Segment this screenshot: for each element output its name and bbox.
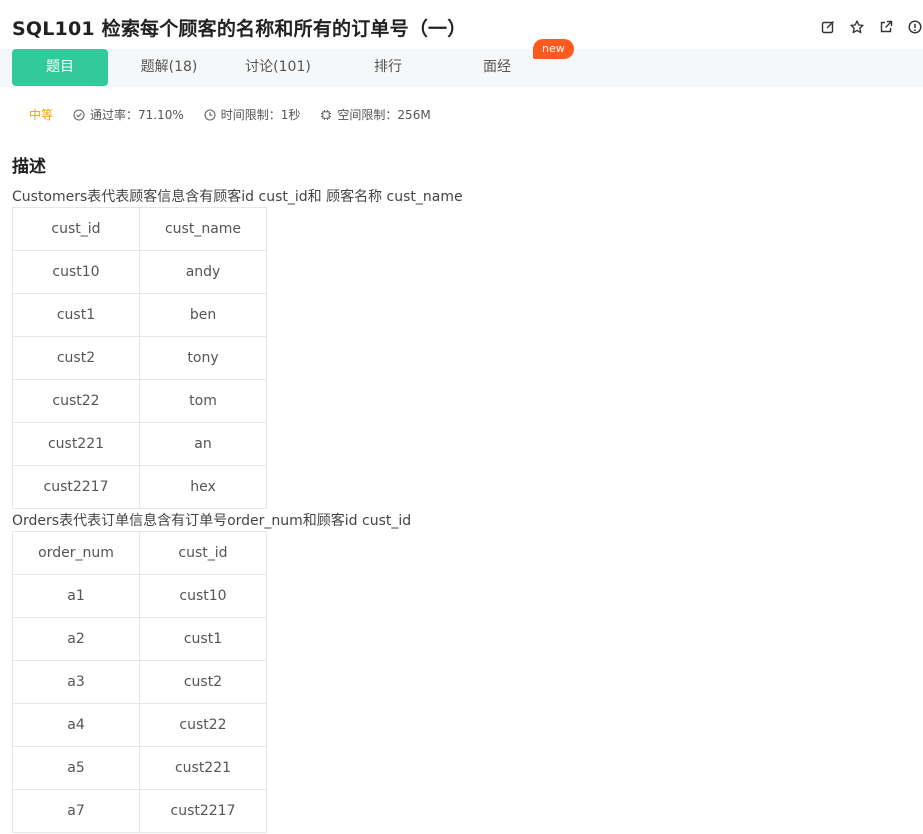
- table-header-cell: cust_id: [12, 207, 140, 251]
- table-row: cust2217 hex: [12, 465, 267, 509]
- problem-title: SQL101 检索每个顾客的名称和所有的订单号（一）: [12, 18, 467, 40]
- tab-interview[interactable]: 面经: [449, 49, 545, 86]
- star-icon[interactable]: [848, 18, 865, 35]
- table-cell: cust2: [139, 660, 267, 704]
- tabs-bar: 题目 题解(18) 讨论(101) 排行 面经: [0, 49, 923, 87]
- title-bar: SQL101 检索每个顾客的名称和所有的订单号（一）: [12, 14, 923, 42]
- table-cell: cust2217: [139, 789, 267, 833]
- tab-ranking[interactable]: 排行: [340, 49, 436, 86]
- table-cell: cust1: [12, 293, 140, 337]
- table-row: cust1 ben: [12, 293, 267, 337]
- table-cell: a4: [12, 703, 140, 747]
- table-row: cust2 tony: [12, 336, 267, 380]
- pass-rate-label: 通过率：71.10%: [90, 108, 184, 122]
- time-limit-label: 时间限制：1秒: [220, 108, 301, 122]
- table-cell: a3: [12, 660, 140, 704]
- table-cell: hex: [139, 465, 267, 509]
- table-header-row: cust_id cust_name: [12, 207, 267, 251]
- table-cell: an: [139, 422, 267, 466]
- table-cell: tony: [139, 336, 267, 380]
- table-cell: a5: [12, 746, 140, 790]
- table-row: a1 cust10: [12, 574, 267, 618]
- table-cell: cust10: [139, 574, 267, 618]
- difficulty-label: 中等: [29, 108, 54, 122]
- tab-discussion[interactable]: 讨论(101): [230, 49, 326, 86]
- table-cell: a1: [12, 574, 140, 618]
- space-limit-label: 空间限制：256M: [337, 108, 431, 122]
- table-cell: ben: [139, 293, 267, 337]
- table-row: a5 cust221: [12, 746, 267, 790]
- table-cell: a7: [12, 789, 140, 833]
- chip-icon: [321, 109, 332, 120]
- table-cell: cust10: [12, 250, 140, 294]
- customers-table: cust_id cust_name cust10 andy cust1 ben …: [12, 207, 267, 509]
- table-header-row: order_num cust_id: [12, 531, 267, 575]
- table-header-cell: order_num: [12, 531, 140, 575]
- table-cell: cust221: [139, 746, 267, 790]
- table-cell: cust22: [12, 379, 140, 423]
- title-actions: [819, 18, 923, 35]
- edit-icon[interactable]: [819, 18, 836, 35]
- table-row: a2 cust1: [12, 617, 267, 661]
- orders-table: order_num cust_id a1 cust10 a2 cust1 a3 …: [12, 531, 267, 833]
- table-row: a7 cust2217: [12, 789, 267, 833]
- table-row: a3 cust2: [12, 660, 267, 704]
- table-cell: cust1: [139, 617, 267, 661]
- table-row: cust10 andy: [12, 250, 267, 294]
- new-badge: new: [533, 39, 574, 59]
- tab-solutions[interactable]: 题解(18): [121, 49, 217, 86]
- table-cell: andy: [139, 250, 267, 294]
- table-cell: tom: [139, 379, 267, 423]
- info-icon[interactable]: [906, 18, 923, 35]
- clock-icon: [204, 108, 216, 121]
- section-title: 描述: [12, 157, 46, 177]
- space-limit: 空间限制：256M: [320, 106, 431, 123]
- orders-description: Orders表代表订单信息含有订单号order_num和顾客id cust_id: [12, 513, 412, 529]
- share-icon[interactable]: [877, 18, 894, 35]
- table-cell: cust221: [12, 422, 140, 466]
- problem-meta: 中等 通过率：71.10% 时间限制：1秒 空间限制：256M: [29, 106, 451, 123]
- table-header-cell: cust_name: [139, 207, 267, 251]
- tab-problem[interactable]: 题目: [12, 49, 108, 86]
- table-row: cust22 tom: [12, 379, 267, 423]
- table-cell: cust22: [139, 703, 267, 747]
- table-cell: a2: [12, 617, 140, 661]
- time-limit: 时间限制：1秒: [204, 106, 301, 123]
- pass-rate: 通过率：71.10%: [73, 106, 184, 123]
- check-circle-icon: [73, 108, 85, 121]
- table-row: a4 cust22: [12, 703, 267, 747]
- table-cell: cust2217: [12, 465, 140, 509]
- table-cell: cust2: [12, 336, 140, 380]
- table-header-cell: cust_id: [139, 531, 267, 575]
- customers-description: Customers表代表顾客信息含有顾客id cust_id和 顾客名称 cus…: [12, 189, 463, 205]
- table-row: cust221 an: [12, 422, 267, 466]
